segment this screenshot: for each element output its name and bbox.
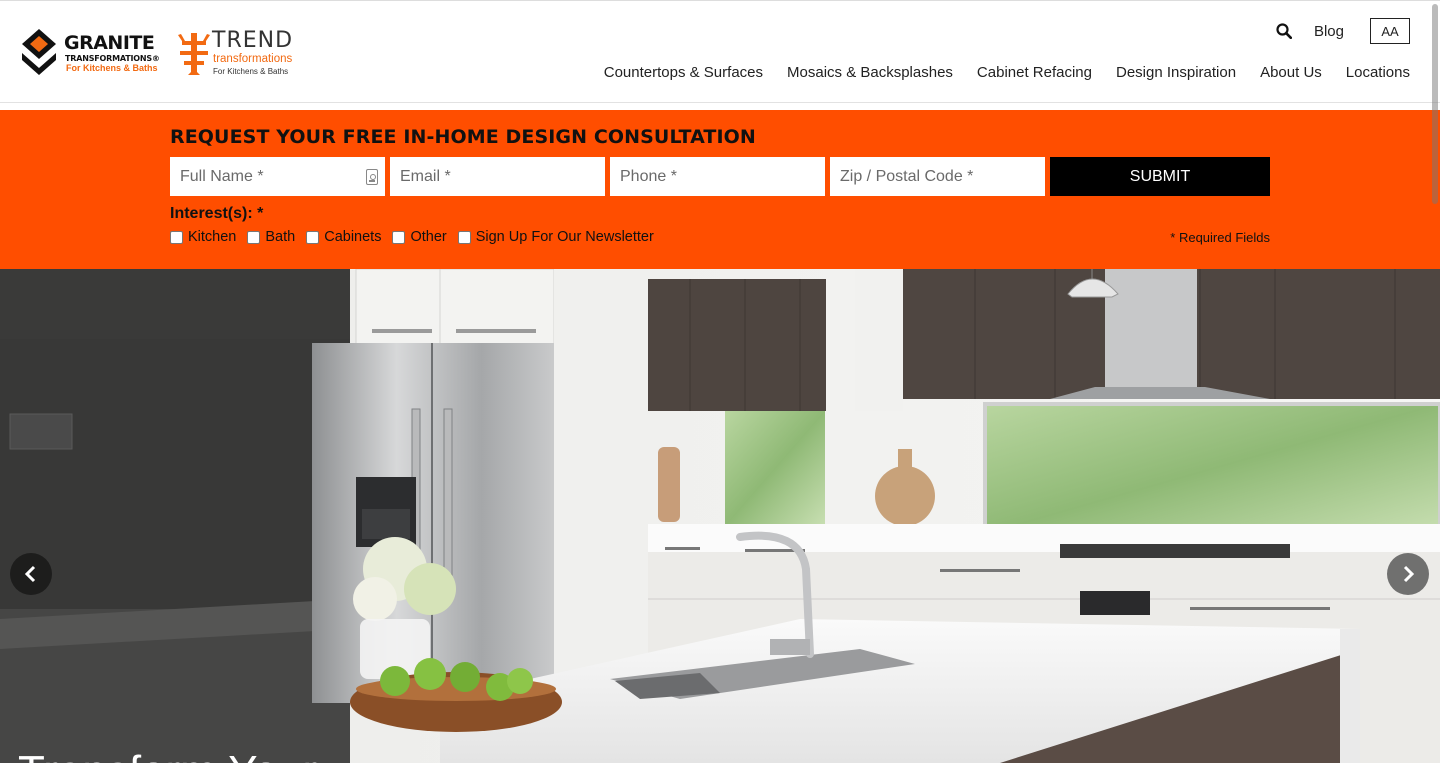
- site-header: GRANITE TRANSFORMATIONS® For Kitchens & …: [0, 1, 1440, 103]
- email-input[interactable]: [390, 157, 605, 196]
- interests-label: Interest(s): *: [170, 205, 264, 222]
- checkbox-label: Sign Up For Our Newsletter: [475, 229, 654, 245]
- interest-kitchen[interactable]: Kitchen: [170, 229, 236, 245]
- kitchen-hero-image: [0, 269, 1440, 763]
- consultation-form: REQUEST YOUR FREE IN-HOME DESIGN CONSULT…: [0, 110, 1440, 269]
- submit-button[interactable]: SUBMIT: [1050, 157, 1270, 196]
- contact-card-icon[interactable]: [366, 169, 378, 185]
- cabinets-checkbox[interactable]: [306, 230, 320, 244]
- bath-checkbox[interactable]: [247, 230, 261, 244]
- nav-cabinet-refacing[interactable]: Cabinet Refacing: [977, 64, 1092, 81]
- chevron-right-icon: [1403, 565, 1415, 583]
- page-scrollbar[interactable]: [1430, 0, 1440, 763]
- granite-logo-title: GRANITE: [64, 32, 155, 54]
- nav-design-inspiration[interactable]: Design Inspiration: [1116, 64, 1236, 81]
- granite-logo[interactable]: GRANITE TRANSFORMATIONS® For Kitchens & …: [22, 29, 172, 77]
- nav-mosaics[interactable]: Mosaics & Backsplashes: [787, 64, 953, 81]
- nav-countertops[interactable]: Countertops & Surfaces: [604, 64, 763, 81]
- nav-about-us[interactable]: About Us: [1260, 64, 1322, 81]
- checkbox-label: Bath: [265, 229, 296, 245]
- granite-logo-subtitle: TRANSFORMATIONS®: [65, 54, 160, 63]
- blog-link[interactable]: Blog: [1314, 23, 1344, 40]
- slider-next-button[interactable]: [1387, 553, 1429, 595]
- newsletter-checkbox[interactable]: [457, 230, 471, 244]
- utility-bar: Blog AA: [1276, 18, 1410, 44]
- slider-prev-button[interactable]: [10, 553, 52, 595]
- chevron-left-icon: [24, 565, 36, 583]
- other-checkbox[interactable]: [392, 230, 406, 244]
- trend-logo[interactable]: TREND transformations For Kitchens & Bat…: [178, 28, 308, 79]
- nav-locations[interactable]: Locations: [1346, 64, 1410, 81]
- checkbox-label: Other: [410, 229, 447, 245]
- trend-tree-icon: [178, 33, 210, 75]
- kitchen-checkbox[interactable]: [170, 230, 183, 244]
- granite-logo-tagline: For Kitchens & Baths: [66, 63, 158, 73]
- interest-cabinets[interactable]: Cabinets: [306, 229, 381, 245]
- granite-diamond-icon: [22, 29, 56, 75]
- checkbox-label: Cabinets: [324, 229, 382, 245]
- trend-logo-title: TREND: [212, 28, 294, 53]
- full-name-input[interactable]: [170, 157, 385, 196]
- trend-logo-tagline: For Kitchens & Baths: [213, 67, 289, 76]
- main-nav: Countertops & Surfaces Mosaics & Backspl…: [580, 64, 1410, 81]
- trend-logo-subtitle: transformations: [213, 53, 293, 65]
- interest-newsletter[interactable]: Sign Up For Our Newsletter: [457, 229, 654, 245]
- font-size-button[interactable]: AA: [1370, 18, 1410, 44]
- zip-input[interactable]: [830, 157, 1045, 196]
- hero-caption: Transform Your: [18, 747, 317, 763]
- required-fields-note: * Required Fields: [1170, 230, 1270, 245]
- interest-other[interactable]: Other: [392, 229, 447, 245]
- search-icon[interactable]: [1276, 21, 1296, 41]
- interest-bath[interactable]: Bath: [247, 229, 295, 245]
- phone-input[interactable]: [610, 157, 825, 196]
- scrollbar-thumb[interactable]: [1432, 4, 1438, 204]
- hero-slider: Transform Your: [0, 269, 1440, 763]
- interest-checkboxes: Kitchen Bath Cabinets Other Sign Up For …: [170, 229, 665, 245]
- checkbox-label: Kitchen: [188, 229, 237, 245]
- consultation-title: REQUEST YOUR FREE IN-HOME DESIGN CONSULT…: [170, 126, 756, 148]
